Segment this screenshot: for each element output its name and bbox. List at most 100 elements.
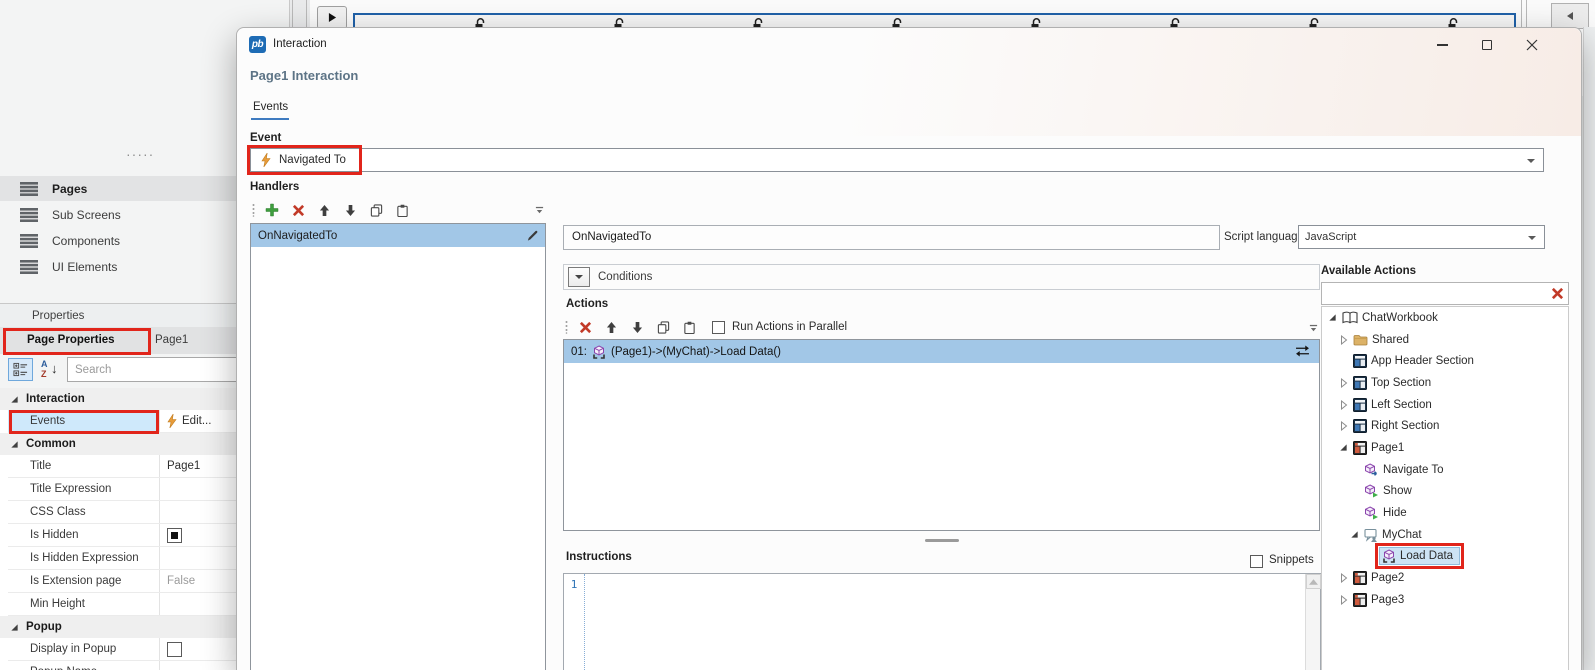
tree-item-page3[interactable]: Page3 <box>1322 589 1568 611</box>
tab-events[interactable]: Events <box>253 101 288 113</box>
expander-expanded-icon <box>10 623 19 632</box>
tree-item-load-data[interactable]: Load Data <box>1322 546 1568 568</box>
tree-item-hide[interactable]: Hide <box>1322 502 1568 524</box>
lightning-icon <box>167 414 177 428</box>
expander-collapsed-icon[interactable] <box>1338 378 1349 388</box>
navigate-action-icon <box>1364 463 1379 477</box>
tree-item-navigate-to[interactable]: Navigate To <box>1322 459 1568 481</box>
expander-collapsed-icon[interactable] <box>1338 595 1349 605</box>
property-label[interactable]: Title <box>8 455 160 477</box>
available-actions-label: Available Actions <box>1321 265 1416 277</box>
splitter-handle[interactable] <box>925 539 959 542</box>
minimize-button[interactable] <box>1423 33 1461 57</box>
scroll-up-button[interactable] <box>1306 574 1321 589</box>
paste-button[interactable] <box>676 316 702 338</box>
expander-expanded-icon[interactable] <box>1338 443 1349 452</box>
expander-expanded-icon[interactable] <box>1349 530 1360 539</box>
expander-collapsed-icon[interactable] <box>1338 400 1349 410</box>
property-label[interactable]: CSS Class <box>8 501 160 523</box>
toolbar-grip-icon[interactable] <box>252 203 255 217</box>
instructions-editor[interactable]: 1 <box>563 573 1321 670</box>
property-label[interactable]: Is Hidden Expression <box>8 547 160 569</box>
handler-row[interactable]: OnNavigatedTo <box>251 224 545 247</box>
maximize-button[interactable] <box>1468 33 1506 57</box>
line-number-gutter: 1 <box>564 574 585 670</box>
run-parallel-checkbox[interactable] <box>712 321 725 334</box>
page-title: Page1 Interaction <box>250 68 358 83</box>
swap-icon[interactable] <box>1295 345 1310 357</box>
conditions-expander-button[interactable] <box>568 267 590 287</box>
property-value[interactable]: Edit... <box>182 415 211 427</box>
scroll-up-arrow-icon <box>1309 579 1318 585</box>
tree-item-mychat[interactable]: MyChat <box>1322 524 1568 546</box>
property-label[interactable]: Title Expression <box>8 478 160 500</box>
property-label[interactable]: Display in Popup <box>8 638 160 660</box>
tree-item-top-section[interactable]: Top Section <box>1322 372 1568 394</box>
panel-splitter[interactable] <box>1521 0 1522 30</box>
actions-search-input[interactable] <box>1322 283 1544 304</box>
right-scrollbar-track[interactable] <box>1583 27 1595 670</box>
section-label: Common <box>26 438 76 450</box>
show-action-icon <box>1364 484 1379 498</box>
tree-item-left-section[interactable]: Left Section <box>1322 394 1568 416</box>
paste-button[interactable] <box>389 199 415 221</box>
copy-button[interactable] <box>650 316 676 338</box>
dialog-titlebar[interactable]: pb Interaction <box>237 28 1581 61</box>
delete-button[interactable] <box>285 199 311 221</box>
toolbar-overflow-button[interactable] <box>535 203 544 218</box>
move-down-button[interactable] <box>337 199 363 221</box>
expander-expanded-icon[interactable] <box>1327 313 1338 322</box>
annotation-highlight-load-data: Load Data <box>1375 543 1464 569</box>
move-up-button[interactable] <box>598 316 624 338</box>
delete-button[interactable] <box>572 316 598 338</box>
copy-button[interactable] <box>363 199 389 221</box>
sort-alphabetical-button[interactable]: AZ↓ <box>38 358 65 381</box>
expander-collapsed-icon[interactable] <box>1338 421 1349 431</box>
property-label[interactable]: Events <box>8 410 160 432</box>
script-language-combobox[interactable]: JavaScript <box>1298 225 1545 249</box>
tree-item-label: Navigate To <box>1383 464 1444 476</box>
property-label[interactable]: Is Hidden <box>8 524 160 546</box>
clear-search-button[interactable] <box>1551 287 1564 303</box>
edit-pencil-icon[interactable] <box>526 229 539 242</box>
property-label[interactable]: Is Extension page <box>8 570 160 592</box>
tree-item-show[interactable]: Show <box>1322 481 1568 503</box>
close-button[interactable] <box>1513 33 1551 57</box>
scroll-left-button[interactable] <box>1551 3 1589 29</box>
tree-item-chatworkbook[interactable]: ChatWorkbook <box>1322 307 1568 329</box>
properties-search-input[interactable] <box>67 357 237 382</box>
property-checkbox[interactable] <box>167 642 182 657</box>
tree-item-right-section[interactable]: Right Section <box>1322 415 1568 437</box>
action-row[interactable]: 01:(Page1)->(MyChat)->Load Data() <box>564 340 1319 363</box>
tree-item-shared[interactable]: Shared <box>1322 329 1568 351</box>
toolbar-overflow-button[interactable] <box>1309 321 1318 336</box>
tree-item-app-header-section[interactable]: App Header Section <box>1322 350 1568 372</box>
expander-collapsed-icon[interactable] <box>1338 573 1349 583</box>
tree-item-page2[interactable]: Page2 <box>1322 567 1568 589</box>
property-checkbox[interactable] <box>167 528 182 543</box>
section-icon <box>1353 398 1367 412</box>
panel-splitter[interactable] <box>1526 0 1527 30</box>
property-label[interactable]: Popup Name <box>8 661 160 670</box>
page-icon <box>1353 441 1367 455</box>
event-combobox[interactable]: Navigated To <box>250 148 1544 172</box>
panel-drag-handle[interactable]: ····· <box>126 146 154 162</box>
toolbar-overflow-icon <box>1309 324 1318 333</box>
snippets-checkbox[interactable] <box>1250 555 1263 568</box>
toolbar-grip-icon[interactable] <box>565 320 568 334</box>
editor-scrollbar[interactable] <box>1305 574 1320 670</box>
interaction-dialog: pb Interaction Page1 Interaction Events … <box>236 27 1582 670</box>
move-up-button[interactable] <box>311 199 337 221</box>
maximize-icon <box>1482 40 1492 50</box>
property-label[interactable]: Min Height <box>8 593 160 615</box>
move-down-button[interactable] <box>624 316 650 338</box>
tree-item-label: Show <box>1383 485 1412 497</box>
action-cube-icon <box>592 345 606 359</box>
instructions-label: Instructions <box>566 551 632 563</box>
add-button[interactable] <box>259 199 285 221</box>
tree-item-label: Page1 <box>1371 442 1404 454</box>
expander-collapsed-icon[interactable] <box>1338 335 1349 345</box>
run-button[interactable] <box>317 6 347 29</box>
tree-item-page1[interactable]: Page1 <box>1322 437 1568 459</box>
categorize-button[interactable] <box>8 358 33 381</box>
